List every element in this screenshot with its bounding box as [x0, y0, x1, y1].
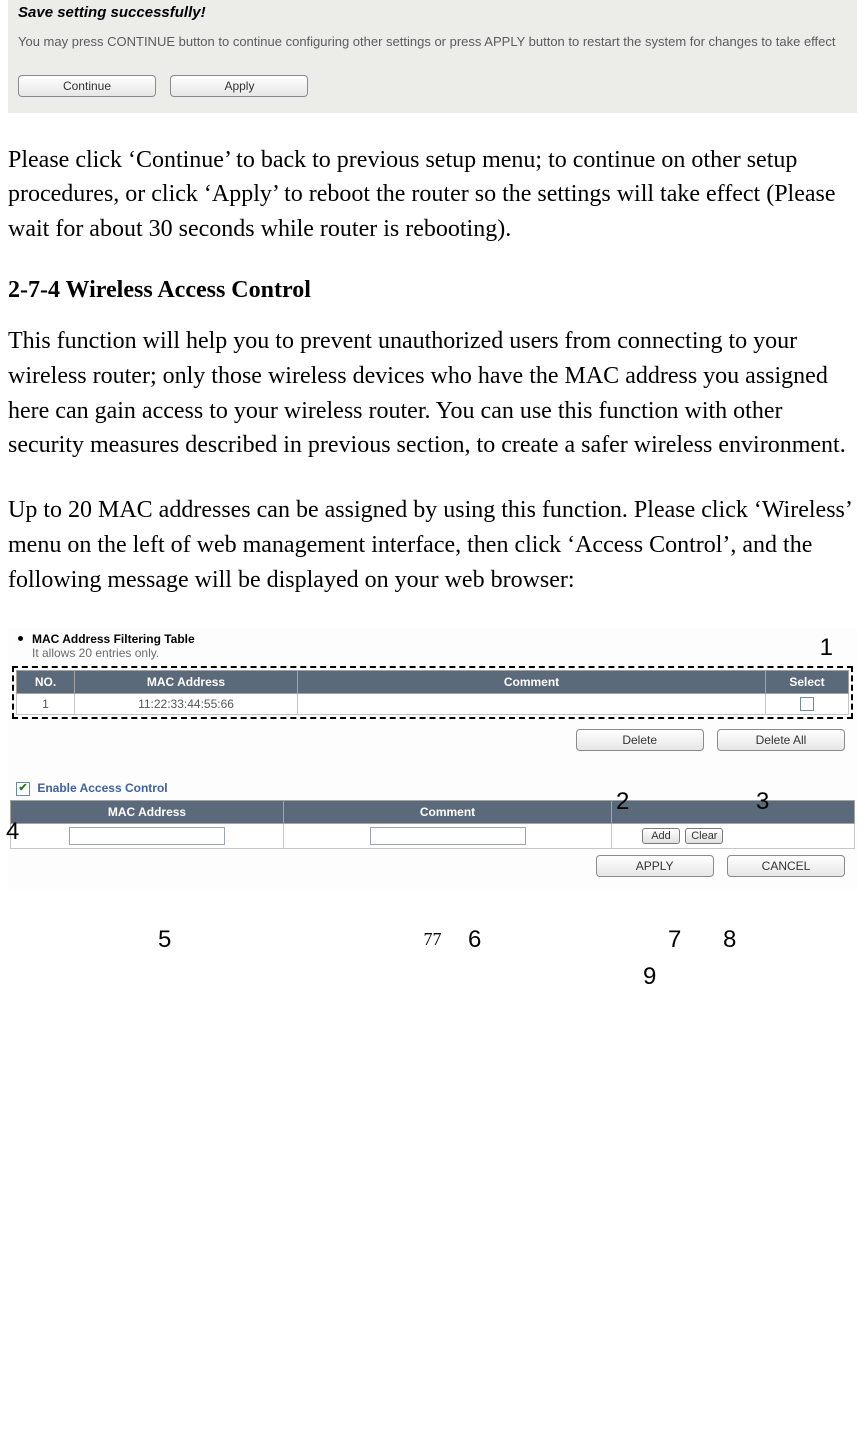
filter-table-title: MAC Address Filtering Table — [32, 632, 195, 646]
header-comment: Comment — [298, 670, 766, 693]
paragraph-continue-apply: Please click ‘Continue’ to back to previ… — [8, 143, 857, 247]
header-mac: MAC Address — [75, 670, 298, 693]
clear-button[interactable]: Clear — [685, 828, 723, 844]
table-row: Add Clear — [11, 824, 855, 849]
add-button[interactable]: Add — [642, 828, 680, 844]
row-select-checkbox[interactable] — [800, 697, 814, 711]
table-header-row: MAC Address Comment — [11, 801, 855, 824]
delete-button[interactable]: Delete — [576, 729, 704, 751]
callout-3: 3 — [756, 788, 769, 816]
header-no: NO. — [17, 670, 75, 693]
cell-comment — [298, 693, 766, 715]
callout-8: 8 — [723, 926, 736, 954]
callout-2: 2 — [616, 788, 629, 816]
filter-table-subtitle: It allows 20 entries only. — [32, 646, 849, 660]
save-setting-title: Save setting successfully! — [18, 4, 847, 21]
save-setting-text: You may press CONTINUE button to continu… — [18, 33, 847, 51]
filter-table-buttons: Delete Delete All — [10, 723, 855, 757]
cell-add-clear: Add Clear — [612, 824, 855, 849]
delete-all-button[interactable]: Delete All — [717, 729, 845, 751]
callout-9: 9 — [643, 963, 656, 991]
cell-select — [766, 693, 849, 715]
enable-access-control-row: Enable Access Control — [10, 779, 855, 800]
header-select: Select — [766, 670, 849, 693]
cell-no: 1 — [17, 693, 75, 715]
bullet-icon — [18, 636, 23, 641]
apply-cancel-row: APPLY CANCEL — [10, 849, 855, 879]
cell-mac-input — [11, 824, 284, 849]
table-header-row: NO. MAC Address Comment Select — [17, 670, 849, 693]
save-setting-box: Save setting successfully! You may press… — [8, 0, 857, 113]
callout-5: 5 — [158, 926, 171, 954]
comment-input[interactable] — [370, 827, 526, 845]
header-comment-add: Comment — [284, 801, 612, 824]
paragraph-mac-limit: Up to 20 MAC addresses can be assigned b… — [8, 493, 857, 597]
callout-1: 1 — [820, 634, 833, 662]
header-mac-add: MAC Address — [11, 801, 284, 824]
cell-comment-input — [284, 824, 612, 849]
cell-mac: 11:22:33:44:55:66 — [75, 693, 298, 715]
callout-7: 7 — [668, 926, 681, 954]
table-row: 1 11:22:33:44:55:66 — [17, 693, 849, 715]
callout-6: 6 — [468, 926, 481, 954]
paragraph-function-desc: This function will help you to prevent u… — [8, 324, 857, 463]
section-title: 2-7-4 Wireless Access Control — [8, 277, 857, 304]
apply-settings-button[interactable]: APPLY — [596, 855, 714, 877]
access-control-panel: MAC Address Filtering Table It allows 20… — [8, 628, 857, 890]
callout-4: 4 — [6, 818, 19, 846]
add-mac-table: MAC Address Comment Add Clear — [10, 800, 855, 849]
header-actions — [612, 801, 855, 824]
filter-table-highlight: NO. MAC Address Comment Select 1 11:22:3… — [12, 666, 853, 720]
continue-button[interactable]: Continue — [18, 75, 156, 97]
enable-access-control-label: Enable Access Control — [37, 781, 167, 795]
mac-address-input[interactable] — [69, 827, 225, 845]
mac-filter-table: NO. MAC Address Comment Select 1 11:22:3… — [16, 670, 849, 716]
access-control-panel-wrapper: MAC Address Filtering Table It allows 20… — [8, 628, 857, 890]
enable-access-control-checkbox[interactable] — [16, 782, 30, 796]
apply-button[interactable]: Apply — [170, 75, 308, 97]
filter-title-row: MAC Address Filtering Table It allows 20… — [10, 630, 855, 660]
cancel-button[interactable]: CANCEL — [727, 855, 845, 877]
